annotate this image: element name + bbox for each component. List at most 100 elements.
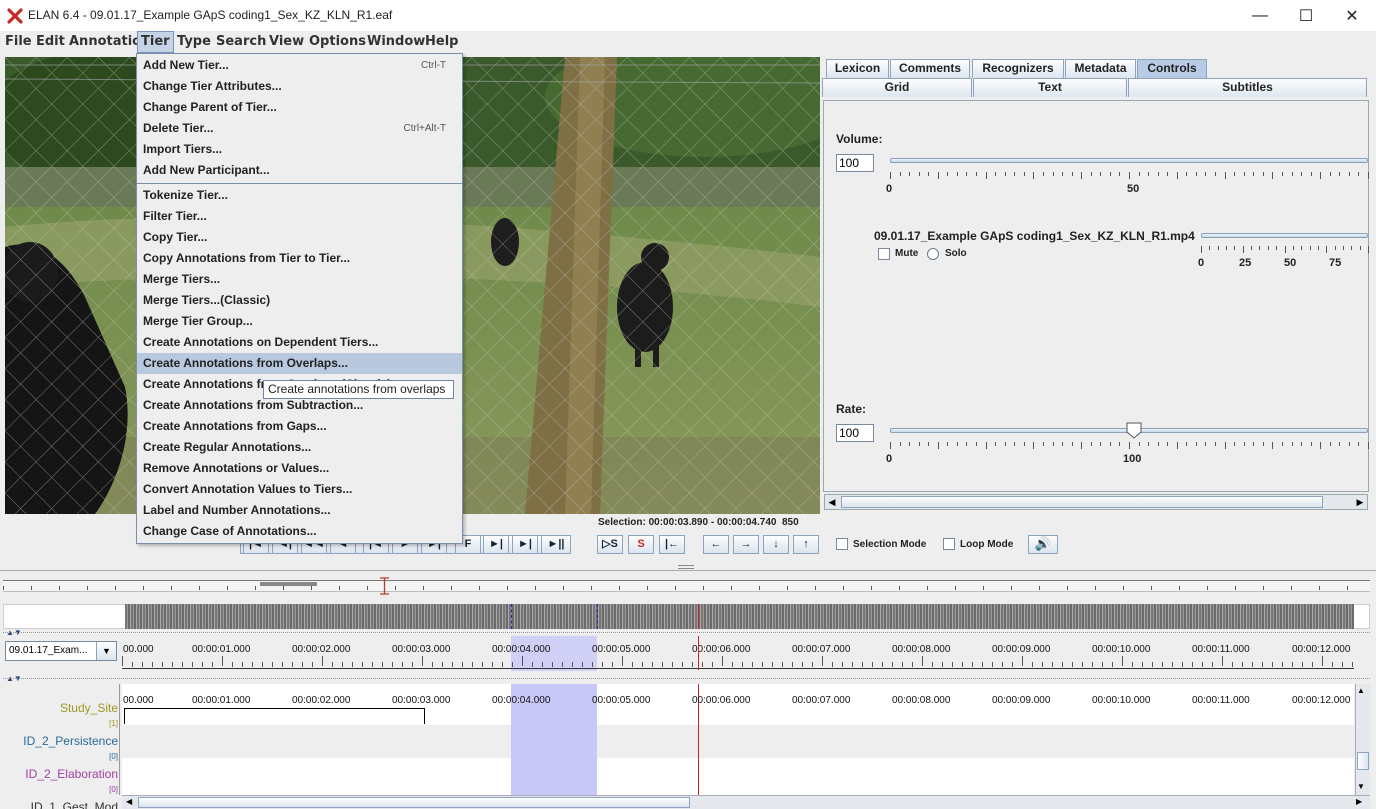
menu-item-change-case-of-annotations[interactable]: Change Case of Annotations... [137,521,462,542]
slider-tick [1339,442,1340,446]
menu-file[interactable]: File [2,31,35,53]
ruler-tick [1282,662,1283,667]
menu-edit[interactable]: Edit [33,31,68,53]
chevron-down-icon[interactable]: ▼ [96,642,116,660]
minimize-button[interactable]: — [1237,0,1283,31]
tab-lexicon[interactable]: Lexicon [826,59,889,78]
ruler-tick [372,662,373,667]
menu-item-copy-annotations-from-tier-to-tier[interactable]: Copy Annotations from Tier to Tier... [137,248,462,269]
overview-ruler[interactable] [3,580,1370,592]
player-button-next-frame[interactable]: ►| [483,535,509,554]
menu-item-tokenize-tier[interactable]: Tokenize Tier... [137,185,462,206]
player-button-end[interactable]: ►|| [541,535,571,554]
menu-item-create-annotations-from-overlaps[interactable]: Create Annotations from Overlaps... [137,353,462,374]
timeline-horizontal-scrollbar[interactable]: ◀ ▶ [122,795,1370,809]
slider-tick [966,172,967,176]
tier-label-study-site[interactable]: Study_Site [1] [0,701,118,729]
player-button-next-pixel[interactable]: ►| [512,535,538,554]
clear-selection-button[interactable]: S [628,535,654,554]
ruler-tick [182,662,183,667]
menu-item-merge-tiers[interactable]: Merge Tiers... [137,269,462,290]
menu-item-change-tier-attributes[interactable]: Change Tier Attributes... [142,76,460,97]
menu-help[interactable]: Help [422,31,461,53]
menu-item-remove-annotations-or-values[interactable]: Remove Annotations or Values... [137,458,462,479]
menu-item-filter-tier[interactable]: Filter Tier... [137,206,462,227]
nav-left-button[interactable]: ← [703,535,729,554]
timestamp-label: 00:00:05.000 [592,695,651,706]
tab-recognizers[interactable]: Recognizers [972,59,1064,78]
scroll-up-icon[interactable]: ▲ [1357,686,1365,695]
tab-metadata[interactable]: Metadata [1065,59,1136,78]
tier-vertical-scrollbar[interactable]: ▲ ▼ [1355,684,1370,795]
loop-mode-checkbox[interactable] [943,538,955,550]
volume-speaker-icon[interactable]: 🔊 [1028,535,1058,554]
scroll-down-icon[interactable]: ▼ [1357,782,1365,791]
menu-type[interactable]: Type [174,31,214,53]
spectrogram[interactable] [125,604,1354,629]
menu-item-label-and-number-annotations[interactable]: Label and Number Annotations... [137,500,462,521]
nav-down-button[interactable]: ↓ [763,535,789,554]
ruler-tick [992,662,993,667]
menu-item-merge-tiers-classic[interactable]: Merge Tiers...(Classic) [137,290,462,311]
annotation-study-site[interactable] [124,708,425,724]
ruler-tick [402,662,403,667]
menu-item-change-parent-of-tier[interactable]: Change Parent of Tier... [142,97,460,118]
menu-item-add-new-tier[interactable]: Add New Tier... Ctrl-T [142,55,460,76]
controls-scrollbar[interactable]: ◀ ▶ [824,494,1368,510]
menu-item-create-annotations-from-gaps[interactable]: Create Annotations from Gaps... [137,416,462,437]
media-volume-slider[interactable] [1201,233,1368,238]
tier-label-id2-persistence[interactable]: ID_2_Persistence [0] [0,734,118,762]
tier-label-id1-gest-mod[interactable]: ID_1_Gest_Mod [0,800,118,809]
menu-item-import-tiers[interactable]: Import Tiers... [142,139,460,160]
time-ruler[interactable]: 00.000 00:00:01.000 00:00:02.000 00:00:03.0… [122,636,1354,670]
scroll-right-icon[interactable]: ▶ [1353,495,1367,509]
scroll-thumb[interactable] [841,496,1323,508]
menu-item-copy-tier[interactable]: Copy Tier... [137,227,462,248]
tab-text[interactable]: Text [973,78,1127,97]
nav-right-button[interactable]: → [733,535,759,554]
close-button[interactable]: ✕ [1329,0,1375,31]
vertical-scroll-thumb[interactable] [1357,752,1369,770]
menu-options[interactable]: Options [306,31,369,53]
tab-comments[interactable]: Comments [890,59,970,78]
tier-select[interactable]: 09.01.17_Exam... ▼ [5,641,117,661]
volume-slider[interactable] [890,158,1368,163]
volume-input[interactable]: 100 [836,154,874,172]
menu-tier[interactable]: Tier [137,31,174,53]
horizontal-scroll-thumb[interactable] [138,797,690,808]
scroll-left-icon[interactable]: ◀ [825,495,839,509]
ruler-tick [1102,662,1103,667]
overview-viewport[interactable] [260,582,317,586]
tier-label-id2-elaboration[interactable]: ID_2_Elaboration [0] [0,767,118,795]
ruler-tick [792,662,793,667]
menu-item-merge-tier-group[interactable]: Merge Tier Group... [137,311,462,332]
panel-divider [3,678,1370,679]
menu-item-create-annotations-on-dependent-tiers[interactable]: Create Annotations on Dependent Tiers... [137,332,462,353]
solo-radio[interactable] [927,248,939,260]
splitter-handle[interactable] [678,565,694,569]
menu-window[interactable]: Window [364,31,428,53]
menu-item-delete-tier[interactable]: Delete Tier... Ctrl+Alt-T [142,118,460,139]
tab-grid[interactable]: Grid [822,78,972,97]
menu-search[interactable]: Search [213,31,269,53]
tab-subtitles[interactable]: Subtitles [1128,78,1367,97]
scroll-right-icon[interactable]: ▶ [1356,797,1362,806]
selection-mode-checkbox[interactable] [836,538,848,550]
menu-item-add-new-participant[interactable]: Add New Participant... [142,160,460,181]
rate-input[interactable]: 100 [836,424,874,442]
nav-up-button[interactable]: ↑ [793,535,819,554]
menu-item-create-regular-annotations[interactable]: Create Regular Annotations... [137,437,462,458]
play-selection-button[interactable]: ▷S [597,535,623,554]
menu-item-convert-annotation-values-to-tiers[interactable]: Convert Annotation Values to Tiers... [137,479,462,500]
loop-mode-label: Loop Mode [960,539,1014,550]
mute-checkbox[interactable] [878,248,890,260]
timestamp-label: 00:00:06.000 [692,695,751,706]
tab-controls[interactable]: Controls [1137,59,1207,78]
scroll-left-icon[interactable]: ◀ [126,797,132,806]
rate-slider-thumb[interactable] [1126,422,1142,439]
slider-tick [1072,172,1073,176]
menu-view[interactable]: View [266,31,307,53]
selection-begin-button[interactable]: |← [659,535,685,554]
maximize-button[interactable]: ☐ [1283,0,1329,31]
ruler-tick [612,662,613,667]
